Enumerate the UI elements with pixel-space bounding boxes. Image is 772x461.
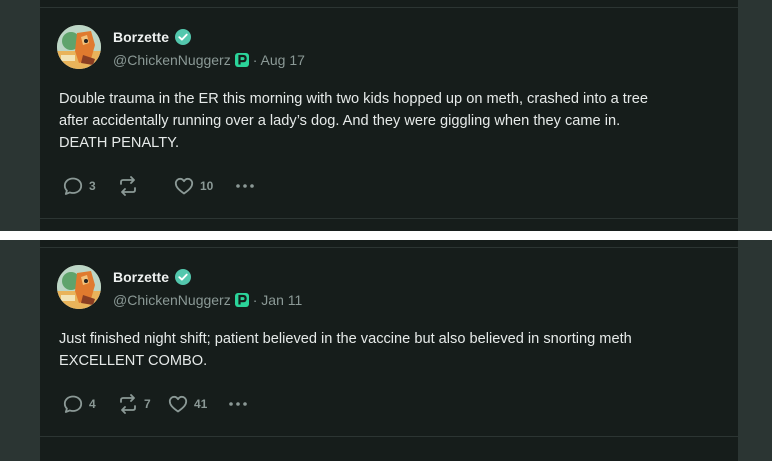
handle-line: @ChickenNuggerz · Jan 11 (113, 292, 302, 308)
like-count: 10 (200, 179, 214, 193)
action-bar: 4 7 41 (62, 393, 362, 415)
more-button[interactable] (227, 393, 249, 415)
separator: · (252, 52, 258, 68)
like-icon (168, 395, 188, 413)
post-date[interactable]: Jan 11 (261, 292, 302, 308)
reply-icon (63, 177, 83, 195)
more-button[interactable] (234, 175, 256, 197)
post-card-1[interactable]: Borzette @ChickenNuggerz · Aug 17 Double … (40, 0, 738, 231)
repost-icon (120, 394, 136, 414)
avatar-illustration (57, 265, 101, 309)
repost-button[interactable]: 7 (117, 393, 151, 415)
post-panel-2: Borzette @ChickenNuggerz · Jan 11 Just fi… (0, 240, 772, 461)
verified-check-icon (175, 29, 191, 45)
repost-count: 7 (144, 397, 151, 411)
like-icon (174, 177, 194, 195)
post-line: DEATH PENALTY. (59, 135, 180, 151)
post-line: EXCELLENT COMBO. (59, 353, 208, 369)
author-name[interactable]: Borzette (113, 269, 169, 285)
p-badge-icon (234, 53, 249, 67)
avatar-illustration (57, 25, 101, 69)
like-button[interactable]: 41 (167, 393, 207, 415)
reply-icon (63, 395, 83, 413)
post-text: Double trauma in the ER this morning wit… (59, 88, 729, 154)
post-panel-1: Borzette @ChickenNuggerz · Aug 17 Double … (0, 0, 772, 231)
post-text: Just finished night shift; patient belie… (59, 328, 729, 372)
repost-button[interactable] (117, 175, 144, 197)
post-date[interactable]: Aug 17 (261, 52, 305, 68)
divider (40, 7, 738, 8)
reply-count: 4 (89, 397, 96, 411)
avatar[interactable] (57, 265, 101, 309)
more-icon (229, 402, 247, 406)
post-line: after accidentally running over a lady’s… (59, 113, 621, 129)
reply-button[interactable]: 4 (62, 393, 96, 415)
verified-check-icon (175, 269, 191, 285)
author-name[interactable]: Borzette (113, 29, 169, 45)
repost-icon (120, 176, 136, 196)
more-icon (236, 184, 254, 188)
avatar[interactable] (57, 25, 101, 69)
like-count: 41 (194, 397, 208, 411)
post-card-2[interactable]: Borzette @ChickenNuggerz · Jan 11 Just fi… (40, 240, 738, 461)
p-badge-icon (234, 293, 249, 307)
post-line: Double trauma in the ER this morning wit… (59, 91, 648, 107)
separator: · (252, 292, 258, 308)
author-handle[interactable]: @ChickenNuggerz (113, 292, 231, 308)
action-bar: 3 10 (62, 175, 362, 197)
post-line: Just finished night shift; patient belie… (59, 331, 632, 347)
author-handle[interactable]: @ChickenNuggerz (113, 52, 231, 68)
reply-count: 3 (89, 179, 96, 193)
divider (40, 218, 738, 219)
handle-line: @ChickenNuggerz · Aug 17 (113, 52, 305, 68)
divider (40, 247, 738, 248)
divider (40, 436, 738, 437)
like-button[interactable]: 10 (173, 175, 213, 197)
reply-button[interactable]: 3 (62, 175, 96, 197)
